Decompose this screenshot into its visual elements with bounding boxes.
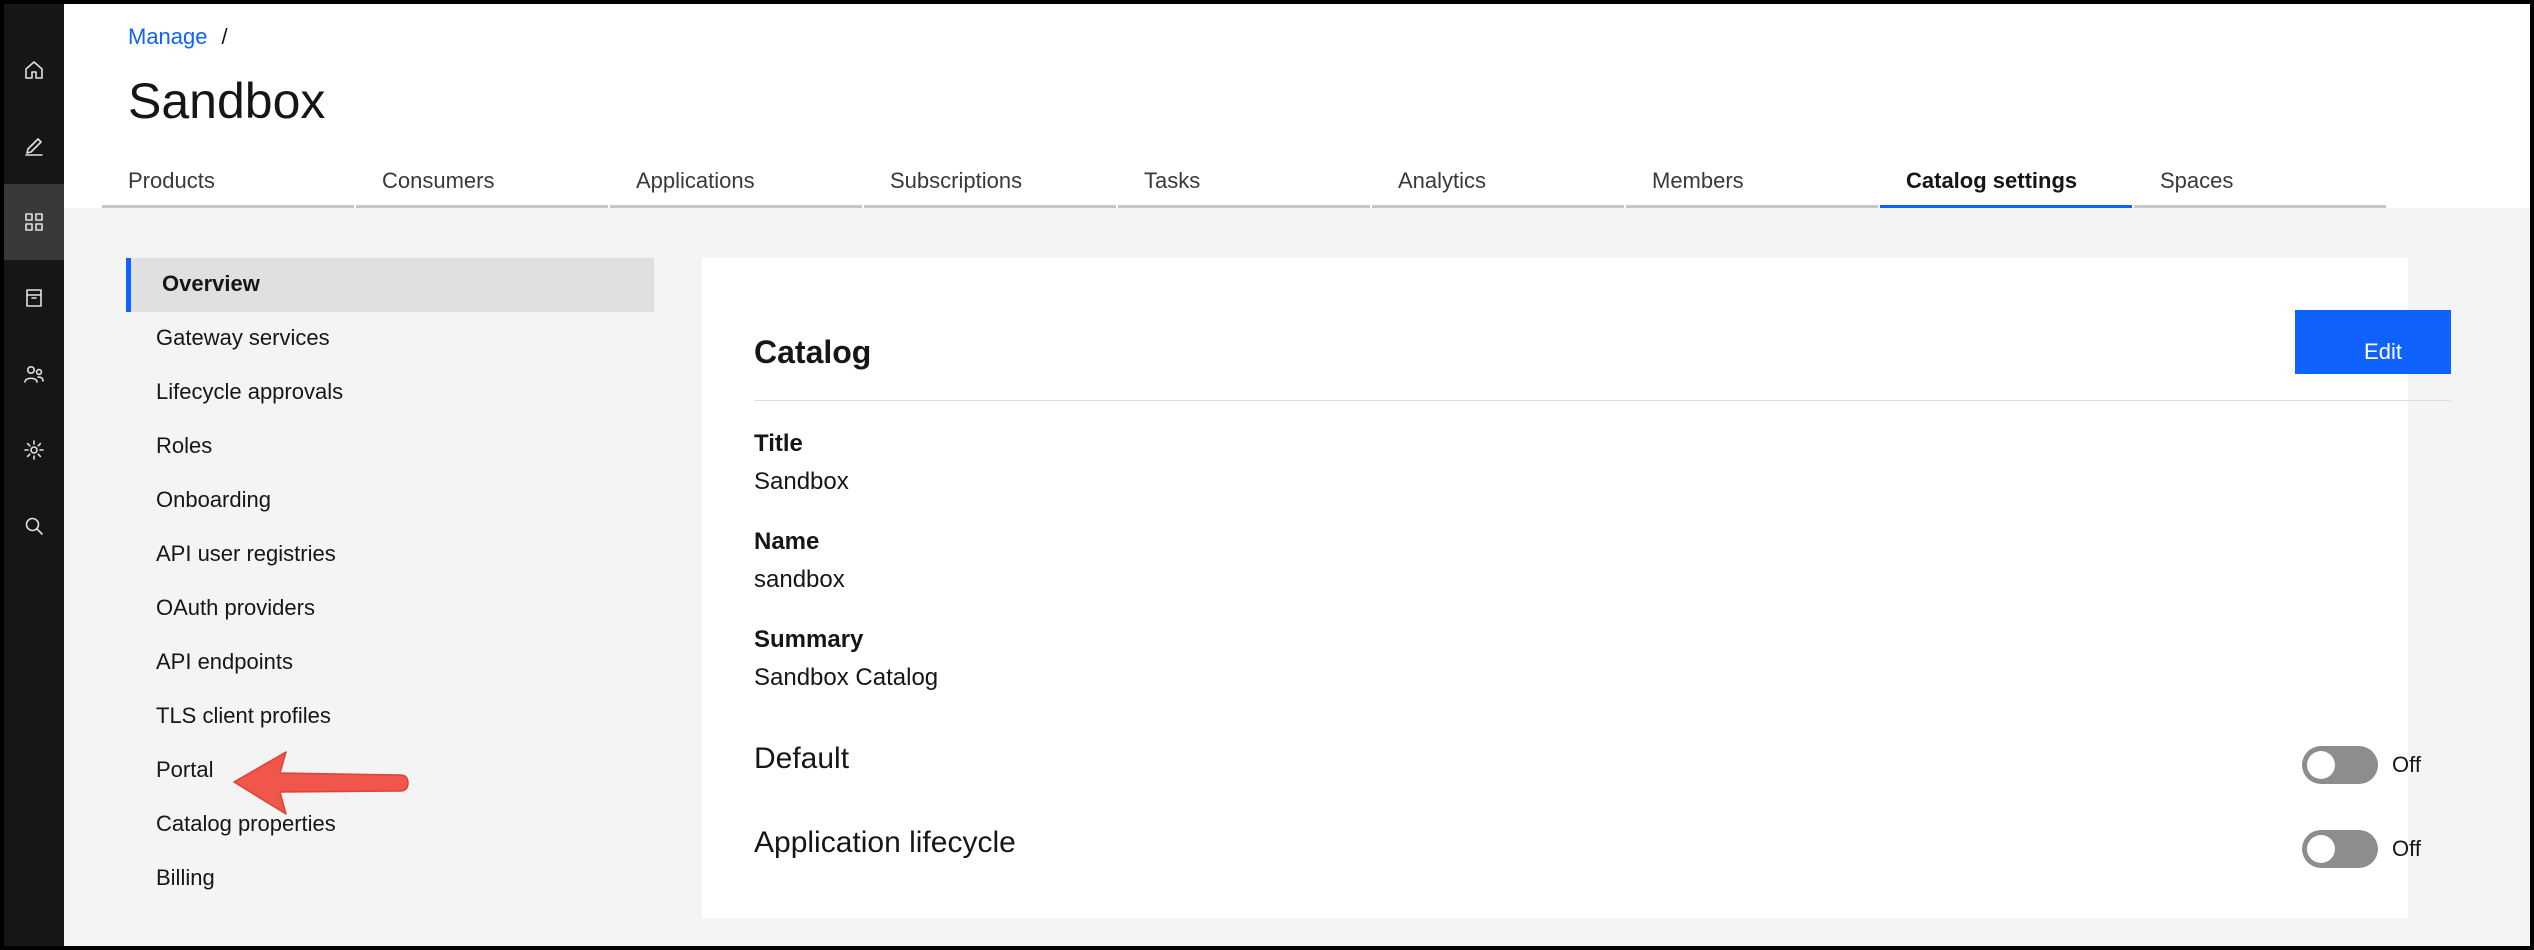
rail-catalog-button[interactable] (4, 260, 64, 336)
rail-search-button[interactable] (4, 488, 64, 564)
annotation-arrow (233, 751, 409, 815)
settings-icon (24, 440, 44, 460)
catalog-card: Catalog Edit Title Sandbox Name sandbox … (702, 258, 2451, 918)
rail-settings-button[interactable] (4, 412, 64, 488)
application-lifecycle-toggle-knob (2307, 835, 2335, 863)
card-divider (754, 400, 2451, 401)
left-rail (4, 4, 64, 946)
nav-item-lifecycle-approvals[interactable]: Lifecycle approvals (126, 366, 654, 420)
tab-spaces[interactable]: Spaces (2134, 158, 2386, 208)
nav-item-api-user-registries[interactable]: API user registries (126, 528, 654, 582)
edit-button[interactable]: Edit (2295, 310, 2451, 374)
default-toggle-state: Off (2392, 752, 2421, 777)
default-label: Default (754, 742, 850, 775)
nav-item-oauth-providers[interactable]: OAuth providers (126, 582, 654, 636)
rail-members-button[interactable] (4, 336, 64, 412)
name-label: Name (754, 528, 820, 555)
tab-applications[interactable]: Applications (610, 158, 862, 208)
nav-item-gateway-services[interactable]: Gateway services (126, 312, 654, 366)
default-toggle-knob (2307, 751, 2335, 779)
application-lifecycle-label: Application lifecycle (754, 826, 1016, 859)
breadcrumb: Manage / (128, 24, 228, 50)
tab-bar: Products Consumers Applications Subscrip… (102, 158, 2388, 208)
search-icon (25, 517, 43, 535)
nav-item-onboarding[interactable]: Onboarding (126, 474, 654, 528)
title-label: Title (754, 430, 803, 457)
tab-members[interactable]: Members (1626, 158, 1878, 208)
tab-analytics[interactable]: Analytics (1372, 158, 1624, 208)
archive-icon (26, 289, 42, 307)
title-value: Sandbox (754, 468, 849, 495)
users-icon (24, 366, 44, 383)
nav-item-tls-client-profiles[interactable]: TLS client profiles (126, 690, 654, 744)
nav-item-roles[interactable]: Roles (126, 420, 654, 474)
default-toggle[interactable] (2302, 746, 2378, 784)
page-header: Manage / Sandbox Products Consumers Appl… (64, 4, 2530, 208)
nav-item-billing[interactable]: Billing (126, 852, 654, 906)
rail-manage-button[interactable] (4, 184, 64, 260)
tab-tasks[interactable]: Tasks (1118, 158, 1370, 208)
rail-develop-button[interactable] (4, 108, 64, 184)
nav-item-overview[interactable]: Overview (126, 258, 654, 312)
app-frame: Manage / Sandbox Products Consumers Appl… (4, 4, 2530, 946)
rail-home-button[interactable] (4, 32, 64, 108)
summary-label: Summary (754, 626, 864, 653)
name-value: sandbox (754, 566, 845, 593)
breadcrumb-separator: / (221, 24, 228, 49)
grid-icon (25, 213, 43, 231)
nav-item-api-endpoints[interactable]: API endpoints (126, 636, 654, 690)
page-title: Sandbox (128, 73, 326, 129)
tab-subscriptions[interactable]: Subscriptions (864, 158, 1116, 208)
summary-value: Sandbox Catalog (754, 664, 939, 691)
tab-products[interactable]: Products (102, 158, 354, 208)
home-icon (25, 61, 43, 79)
application-lifecycle-toggle[interactable] (2302, 830, 2378, 868)
tab-catalog-settings[interactable]: Catalog settings (1880, 158, 2132, 208)
card-title: Catalog (754, 334, 872, 370)
breadcrumb-link-manage[interactable]: Manage (128, 24, 208, 50)
edit-icon (25, 138, 43, 156)
tab-consumers[interactable]: Consumers (356, 158, 608, 208)
application-lifecycle-toggle-state: Off (2392, 836, 2421, 861)
